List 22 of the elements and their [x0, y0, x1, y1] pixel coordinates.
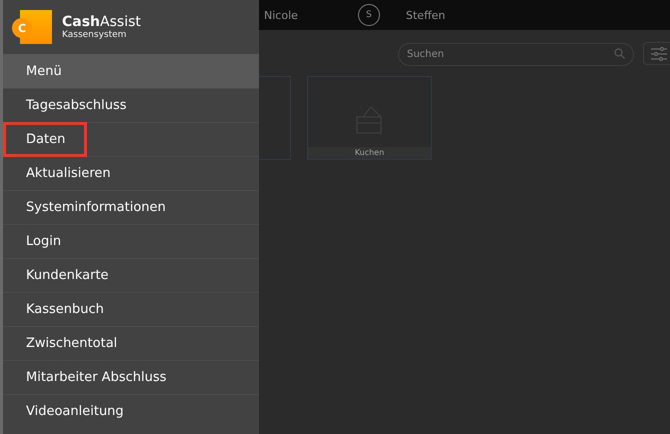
app-name: CashAssist	[62, 14, 141, 30]
sliders-icon	[650, 46, 668, 62]
category-label: Kuchen	[308, 147, 431, 159]
menu-item[interactable]: Videoanleitung	[3, 394, 259, 428]
menu-item[interactable]: Mitarbeiter Abschluss	[3, 360, 259, 394]
user-avatar[interactable]: S	[358, 4, 380, 26]
menu-item[interactable]: Kundenkarte	[3, 258, 259, 292]
user-name[interactable]: Steffen	[406, 8, 446, 22]
menu-item[interactable]: Login	[3, 224, 259, 258]
search-field[interactable]: Suchen	[398, 43, 634, 66]
menu-item[interactable]: Daten	[3, 122, 259, 156]
menu-item[interactable]: Zwischentotal	[3, 326, 259, 360]
search-icon	[614, 48, 625, 59]
menu-item[interactable]: Kassenbuch	[3, 292, 259, 326]
filter-button[interactable]	[643, 42, 670, 65]
user-name[interactable]: Nicole	[264, 8, 298, 22]
app-subtitle: Kassensystem	[62, 30, 128, 40]
category-card[interactable]: Kuchen	[307, 76, 432, 160]
menu-item[interactable]: Tagesabschluss	[3, 88, 259, 122]
menu-title: Menü	[3, 54, 259, 88]
menu-item[interactable]: Systeminformationen	[3, 190, 259, 224]
menu-item[interactable]: Aktualisieren	[3, 156, 259, 190]
